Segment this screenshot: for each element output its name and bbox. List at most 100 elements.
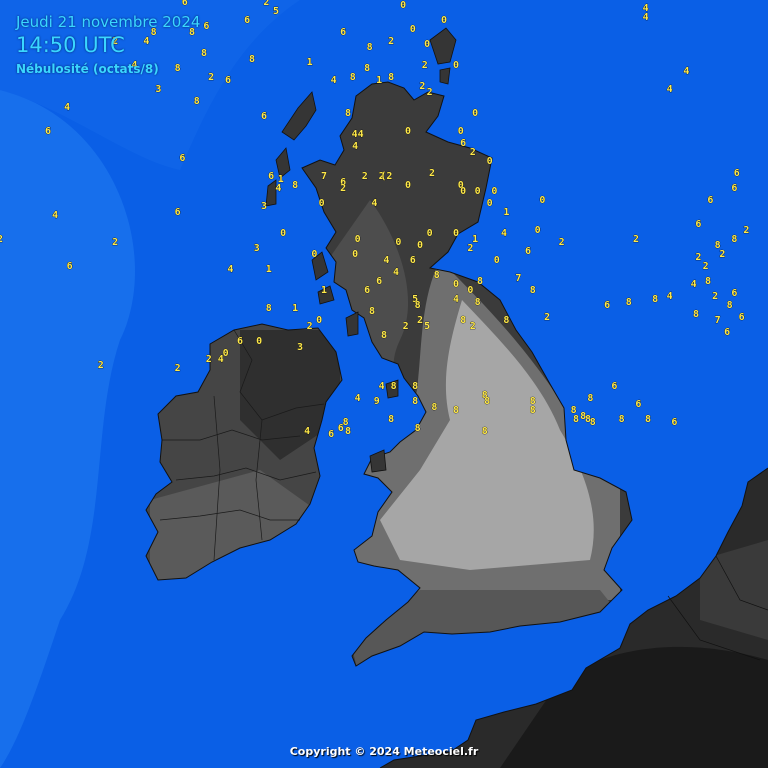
station-cloud-cover-obs-113: 6 bbox=[410, 255, 416, 266]
station-cloud-cover-obs-172: 8 bbox=[619, 414, 625, 425]
station-cloud-cover-obs-134: 8 bbox=[369, 306, 375, 317]
station-cloud-cover-obs-74: 4 bbox=[275, 183, 281, 194]
station-cloud-cover-obs-32: 6 bbox=[340, 27, 346, 38]
station-cloud-cover-obs-33: 0 bbox=[410, 24, 416, 35]
station-cloud-cover-obs-45: 8 bbox=[175, 63, 181, 74]
station-cloud-cover-obs-82: 0 bbox=[405, 180, 411, 191]
station-cloud-cover-obs-149: 2 bbox=[206, 354, 212, 365]
station-cloud-cover-obs-69: 2 bbox=[470, 147, 476, 158]
station-cloud-cover-obs-79: 2 bbox=[362, 171, 368, 182]
station-cloud-cover-obs-78: 2 bbox=[340, 183, 346, 194]
station-cloud-cover-obs-26: 5 bbox=[273, 6, 279, 17]
station-cloud-cover-obs-100: 0 bbox=[535, 225, 541, 236]
station-cloud-cover-obs-115: 6 bbox=[67, 261, 73, 272]
station-cloud-cover-obs-120: 7 bbox=[515, 273, 521, 284]
station-cloud-cover-obs-60: 6 bbox=[261, 111, 267, 122]
station-cloud-cover-obs-71: 6 bbox=[179, 153, 185, 164]
station-cloud-cover-obs-141: 2 bbox=[403, 321, 409, 332]
station-cloud-cover-obs-207: 4 bbox=[667, 84, 673, 95]
station-cloud-cover-obs-123: 8 bbox=[477, 276, 483, 287]
station-cloud-cover-obs-156: 9 bbox=[374, 396, 380, 407]
station-cloud-cover-obs-101: 2 bbox=[0, 234, 3, 245]
station-cloud-cover-obs-62: 0 bbox=[472, 108, 478, 119]
station-cloud-cover-obs-96: 0 bbox=[280, 228, 286, 239]
station-cloud-cover-obs-171: 8 bbox=[590, 417, 596, 428]
station-cloud-cover-obs-185: 8 bbox=[652, 294, 658, 305]
station-cloud-cover-obs-25: 2 bbox=[263, 0, 269, 8]
station-cloud-cover-obs-36: 8 bbox=[367, 42, 373, 53]
station-cloud-cover-obs-151: 2 bbox=[175, 363, 181, 374]
station-cloud-cover-obs-121: 6 bbox=[376, 276, 382, 287]
station-cloud-cover-obs-188: 8 bbox=[705, 276, 711, 287]
station-cloud-cover-obs-197: 8 bbox=[731, 234, 737, 245]
station-cloud-cover-obs-76: 7 bbox=[321, 171, 327, 182]
station-cloud-cover-obs-52: 8 bbox=[350, 72, 356, 83]
station-cloud-cover-obs-75: 8 bbox=[292, 180, 298, 191]
station-cloud-cover-obs-27: 6 bbox=[182, 0, 188, 8]
station-cloud-cover-obs-87: 0 bbox=[491, 186, 497, 197]
station-cloud-cover-obs-110: 0 bbox=[352, 249, 358, 260]
station-cloud-cover-obs-139: 0 bbox=[316, 315, 322, 326]
station-cloud-cover-obs-124: 1 bbox=[321, 285, 327, 296]
station-cloud-cover-obs-125: 6 bbox=[364, 285, 370, 296]
station-cloud-cover-obs-104: 0 bbox=[395, 237, 401, 248]
station-cloud-cover-obs-111: 6 bbox=[525, 246, 531, 257]
station-cloud-cover-obs-187: 4 bbox=[691, 279, 697, 290]
forecast-time: 14:50 UTC bbox=[16, 33, 125, 57]
station-cloud-cover-obs-205: 6 bbox=[731, 288, 737, 299]
copyright-notice: Copyright © 2024 Meteociel.fr bbox=[289, 745, 479, 758]
station-cloud-cover-obs-72: 6 bbox=[268, 171, 274, 182]
station-cloud-cover-obs-70: 0 bbox=[487, 156, 493, 167]
station-cloud-cover-obs-89: 0 bbox=[539, 195, 545, 206]
station-cloud-cover-obs-180: 6 bbox=[328, 429, 334, 440]
station-cloud-cover-obs-127: 8 bbox=[530, 285, 536, 296]
station-cloud-cover-obs-107: 2 bbox=[467, 243, 473, 254]
station-cloud-cover-obs-28: 6 bbox=[203, 21, 209, 32]
station-cloud-cover-obs-135: 2 bbox=[417, 315, 423, 326]
station-cloud-cover-obs-114: 0 bbox=[494, 255, 500, 266]
station-cloud-cover-obs-90: 3 bbox=[261, 201, 267, 212]
station-cloud-cover-obs-68: 6 bbox=[460, 138, 466, 149]
station-cloud-cover-obs-178: 8 bbox=[345, 426, 351, 437]
station-cloud-cover-obs-91: 0 bbox=[319, 198, 325, 209]
variable-label: Nébulosité (octats/8) bbox=[16, 62, 159, 76]
station-cloud-cover-obs-194: 6 bbox=[724, 327, 730, 338]
station-cloud-cover-obs-95: 4 bbox=[52, 210, 58, 221]
station-cloud-cover-obs-85: 0 bbox=[460, 186, 466, 197]
station-cloud-cover-obs-30: 0 bbox=[400, 0, 406, 11]
station-cloud-cover-obs-186: 4 bbox=[667, 291, 673, 302]
station-cloud-cover-obs-161: 8 bbox=[484, 396, 490, 407]
station-cloud-cover-obs-196: 8 bbox=[715, 240, 721, 251]
station-cloud-cover-obs-215: 2 bbox=[559, 237, 565, 248]
map-canvas: 6648868424242888846263282566600602088128… bbox=[0, 0, 768, 768]
station-cloud-cover-obs-112: 4 bbox=[383, 255, 389, 266]
cloud-cover-map: 6648868424242888846263282566600602088128… bbox=[0, 0, 768, 768]
station-cloud-cover-obs-182: 8 bbox=[482, 426, 488, 437]
station-cloud-cover-obs-53: 1 bbox=[376, 75, 382, 86]
station-cloud-cover-obs-37: 8 bbox=[249, 54, 255, 65]
station-cloud-cover-obs-29: 6 bbox=[244, 15, 250, 26]
station-cloud-cover-obs-174: 6 bbox=[671, 417, 677, 428]
station-cloud-cover-obs-41: 4 bbox=[143, 36, 149, 47]
station-cloud-cover-obs-31: 0 bbox=[441, 15, 447, 26]
station-cloud-cover-obs-214: 2 bbox=[633, 234, 639, 245]
station-cloud-cover-obs-143: 2 bbox=[470, 321, 476, 332]
station-cloud-cover-obs-193: 7 bbox=[715, 315, 721, 326]
station-cloud-cover-obs-144: 8 bbox=[381, 330, 387, 341]
station-cloud-cover-obs-138: 2 bbox=[544, 312, 550, 323]
station-cloud-cover-obs-97: 0 bbox=[427, 228, 433, 239]
station-cloud-cover-obs-48: 8 bbox=[364, 63, 370, 74]
station-cloud-cover-obs-183: 6 bbox=[604, 300, 610, 311]
station-cloud-cover-obs-166: 8 bbox=[530, 405, 536, 416]
station-cloud-cover-obs-116: 4 bbox=[227, 264, 233, 275]
station-cloud-cover-obs-222: 2 bbox=[98, 360, 104, 371]
station-cloud-cover-obs-50: 0 bbox=[453, 60, 459, 71]
station-cloud-cover-obs-103: 0 bbox=[355, 234, 361, 245]
station-cloud-cover-obs-153: 8 bbox=[391, 381, 397, 392]
station-cloud-cover-obs-202: 6 bbox=[734, 168, 740, 179]
station-cloud-cover-obs-34: 2 bbox=[388, 36, 394, 47]
station-cloud-cover-obs-145: 6 bbox=[237, 336, 243, 347]
station-cloud-cover-obs-119: 8 bbox=[434, 270, 440, 281]
station-cloud-cover-obs-142: 5 bbox=[424, 321, 430, 332]
station-cloud-cover-obs-99: 4 bbox=[501, 228, 507, 239]
